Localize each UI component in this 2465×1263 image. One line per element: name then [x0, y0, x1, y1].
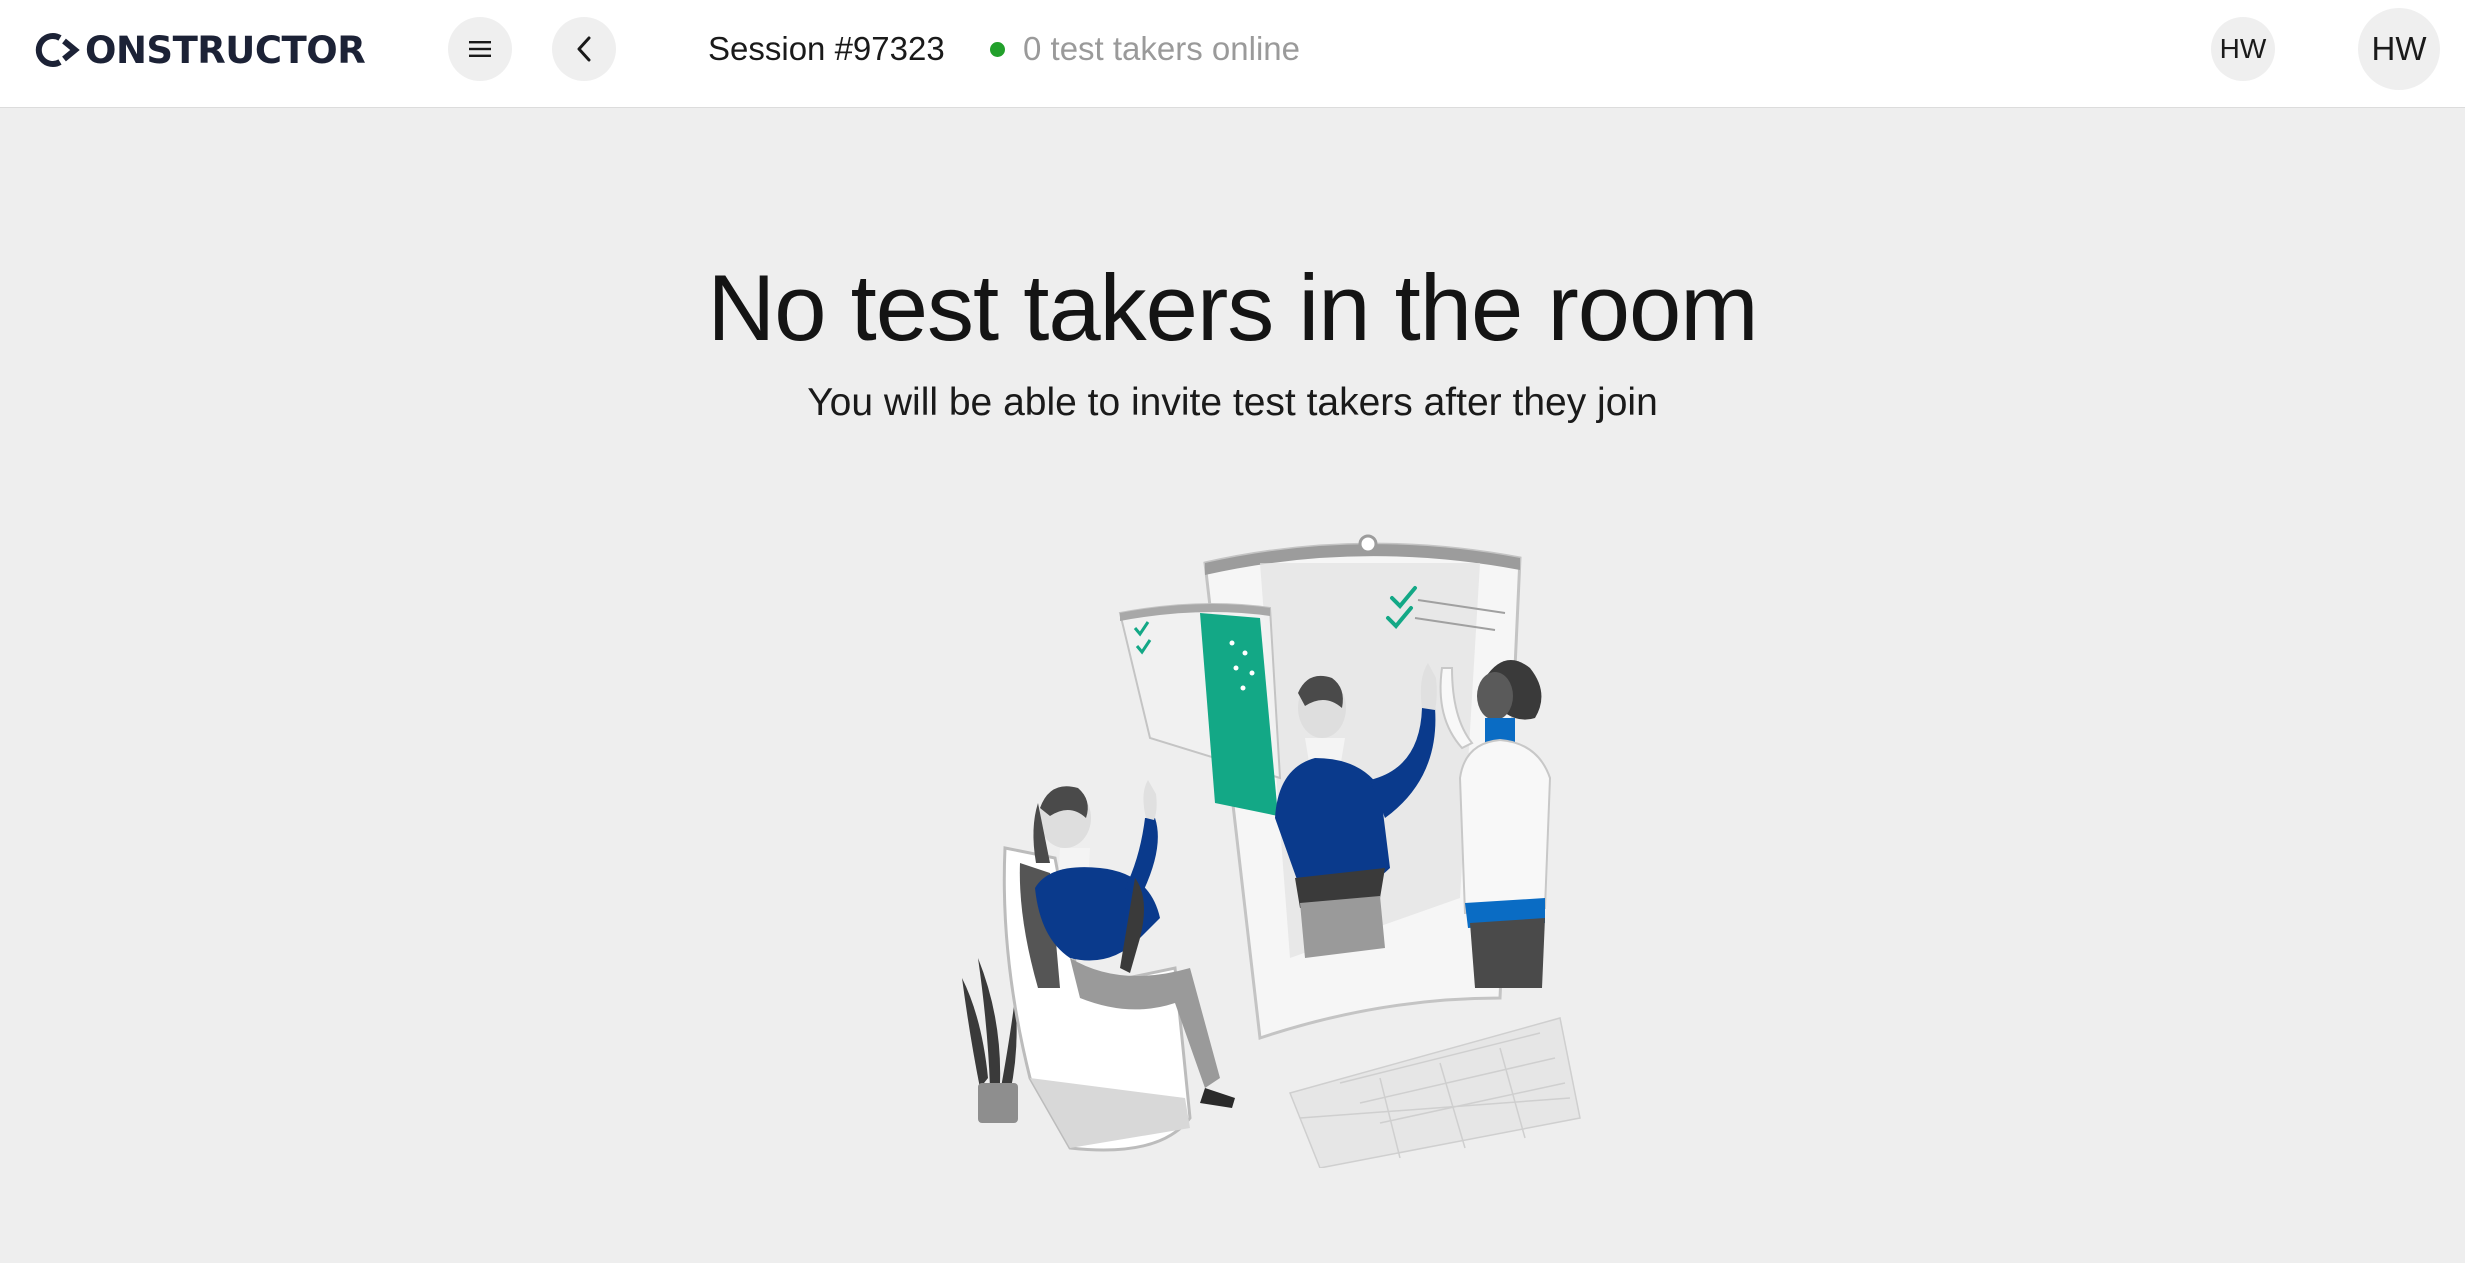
back-button[interactable] [552, 17, 616, 81]
hamburger-menu-icon [469, 41, 491, 57]
logo-text: ONSTRUCTOR [85, 28, 366, 72]
proctoring-room-illustration [962, 534, 1581, 1168]
chevron-left-icon [577, 36, 591, 62]
main-content: No test takers in the room You will be a… [0, 108, 2465, 1263]
user-avatar-small[interactable]: HW [2211, 17, 2275, 81]
front-screen-panel [1118, 603, 1282, 816]
empty-state-title: No test takers in the room [707, 255, 1758, 360]
floor-tiles [1288, 1017, 1581, 1168]
online-status: 0 test takers online [990, 27, 1300, 71]
seated-person [1002, 780, 1235, 1152]
session-title: Session #97323 [708, 30, 945, 67]
plant [962, 958, 1018, 1123]
app-logo[interactable]: ONSTRUCTOR [30, 22, 366, 78]
top-bar: ONSTRUCTOR Session #97323 0 test takers … [0, 0, 2465, 108]
menu-button[interactable] [448, 17, 512, 81]
empty-state-subtitle: You will be able to invite test takers a… [807, 381, 1658, 424]
online-status-text: 0 test takers online [1023, 30, 1300, 67]
user-avatar[interactable]: HW [2358, 8, 2440, 90]
online-status-dot-icon [990, 41, 1005, 57]
constructor-logo-icon [30, 30, 84, 70]
